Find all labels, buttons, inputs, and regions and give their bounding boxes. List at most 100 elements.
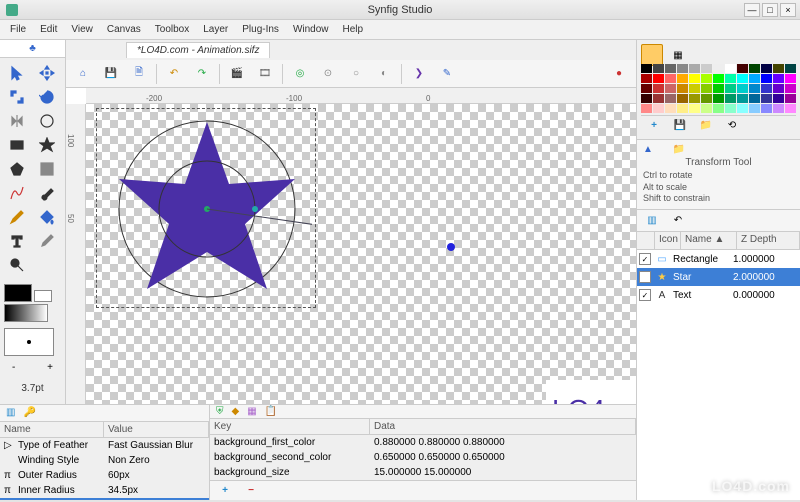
layer-row[interactable]: ✓★Star2.000000 [637,268,800,286]
menu-window[interactable]: Window [287,22,335,37]
polygon-tool[interactable] [4,158,30,180]
home-button[interactable]: ⌂ [72,63,94,85]
palette-swatch[interactable] [701,94,712,103]
text-tool[interactable] [4,230,30,252]
palette-swatch[interactable] [773,74,784,83]
palette-swatch[interactable] [713,64,724,73]
star-shape[interactable] [102,114,312,314]
menu-help[interactable]: Help [337,22,370,37]
menu-canvas[interactable]: Canvas [101,22,147,37]
decrease-size[interactable]: - [12,362,15,373]
rectangle-tool[interactable] [4,134,30,156]
palette-swatch[interactable] [653,104,664,113]
palette-swatch[interactable] [749,64,760,73]
save-button[interactable]: 💾 [100,63,122,85]
zoom-tool[interactable] [4,254,30,276]
minimize-button[interactable]: — [744,3,760,17]
palette-swatch[interactable] [701,74,712,83]
rec-button[interactable]: ● [608,63,630,85]
palette-swatch[interactable] [785,104,796,113]
palette-swatch[interactable] [653,84,664,93]
palette-swatch[interactable] [773,104,784,113]
palette-swatch[interactable] [725,64,736,73]
move-tool[interactable] [34,62,60,84]
palette-tab-icon[interactable] [641,44,663,66]
toolbox-tab[interactable]: ♣ [0,40,65,58]
palette-swatch[interactable] [665,84,676,93]
canvas[interactable]: LO4 [86,104,636,452]
meta-tab-2-icon[interactable]: ◆ [232,406,240,417]
palette-swatch[interactable] [737,104,748,113]
gradient-swatch[interactable] [4,304,48,322]
palette-open-button[interactable]: 📁 [695,115,717,137]
palette-swatch[interactable] [701,64,712,73]
target3-button[interactable]: ○ [345,63,367,85]
params-tab-icon[interactable]: ▥ [6,407,15,418]
pointer-tool[interactable] [4,62,30,84]
param-row[interactable]: ▷Type of FeatherFast Gaussian Blur [0,438,209,453]
palette-swatch[interactable] [749,104,760,113]
palette-swatch[interactable] [749,94,760,103]
gradient-tool[interactable] [34,158,60,180]
star-tool[interactable] [34,134,60,156]
layer-row[interactable]: ✓AText0.000000 [637,286,800,304]
menu-plug-ins[interactable]: Plug-Ins [236,22,285,37]
document-tab[interactable]: *LO4D.com - Animation.sifz [126,42,270,58]
param-row[interactable]: πInner Radius34.5px [0,483,209,498]
meta-tab-3-icon[interactable]: ▦ [247,406,256,417]
foreground-color[interactable] [4,284,32,302]
menu-file[interactable]: File [4,22,32,37]
meta-col-key[interactable]: Key [210,419,370,434]
feather-button[interactable]: ❯ [408,63,430,85]
palette-swatch[interactable] [665,64,676,73]
palette-swatch[interactable] [677,104,688,113]
bline-tool[interactable] [4,182,30,204]
mirror-tool[interactable] [4,110,30,132]
palette-swatch[interactable] [761,64,772,73]
layer-visible-checkbox[interactable]: ✓ [639,253,651,265]
rotate-tool[interactable] [34,86,60,108]
meta-col-data[interactable]: Data [370,419,636,434]
params-col-value[interactable]: Value [104,422,209,437]
palette-swatch[interactable] [773,64,784,73]
scale-tool[interactable] [4,86,30,108]
palette-swatch[interactable] [677,64,688,73]
metadata-row[interactable]: background_first_color0.880000 0.880000 … [210,435,636,450]
params-key-icon[interactable]: 🔑 [23,407,35,418]
palette-swatch[interactable] [785,84,796,93]
palette-swatch[interactable] [641,64,652,73]
target1-button[interactable]: ◎ [289,63,311,85]
palette-swatch[interactable] [665,74,676,83]
meta-tab-1-icon[interactable]: ⛨ [216,406,224,417]
palette-swatch[interactable] [665,104,676,113]
palette-swatch[interactable] [701,84,712,93]
meta-tab-4-icon[interactable]: 📋 [265,406,277,417]
palette-swatch[interactable] [689,104,700,113]
palette-swatch[interactable] [677,84,688,93]
palette-swatch[interactable] [677,94,688,103]
palette-swatch[interactable] [641,94,652,103]
palette-swatch[interactable] [713,94,724,103]
palette-swatch[interactable] [701,104,712,113]
maximize-button[interactable]: □ [762,3,778,17]
undo-button[interactable]: ↶ [163,63,185,85]
palette-swatch[interactable] [725,104,736,113]
meta-remove-button[interactable]: − [240,480,262,502]
eyedrop-tool[interactable] [34,230,60,252]
metadata-row[interactable]: background_second_color0.650000 0.650000… [210,450,636,465]
layer-row[interactable]: ✓▭Rectangle1.000000 [637,250,800,268]
palette-swatch[interactable] [653,74,664,83]
palette-save-button[interactable]: 💾 [669,115,691,137]
circle-tool[interactable] [34,110,60,132]
palette-swatch[interactable] [773,84,784,93]
meta-add-button[interactable]: + [214,480,236,502]
palette-swatch[interactable] [785,64,796,73]
palette-swatch[interactable] [737,64,748,73]
layers-tab-icon[interactable]: ▥ [641,210,663,232]
palette-swatch[interactable] [737,94,748,103]
palette-swatch[interactable] [761,104,772,113]
palette-default-button[interactable]: ⟲ [721,115,743,137]
redo-button[interactable]: ↷ [191,63,213,85]
palette-swatch[interactable] [653,94,664,103]
palette-add-button[interactable]: + [643,115,665,137]
